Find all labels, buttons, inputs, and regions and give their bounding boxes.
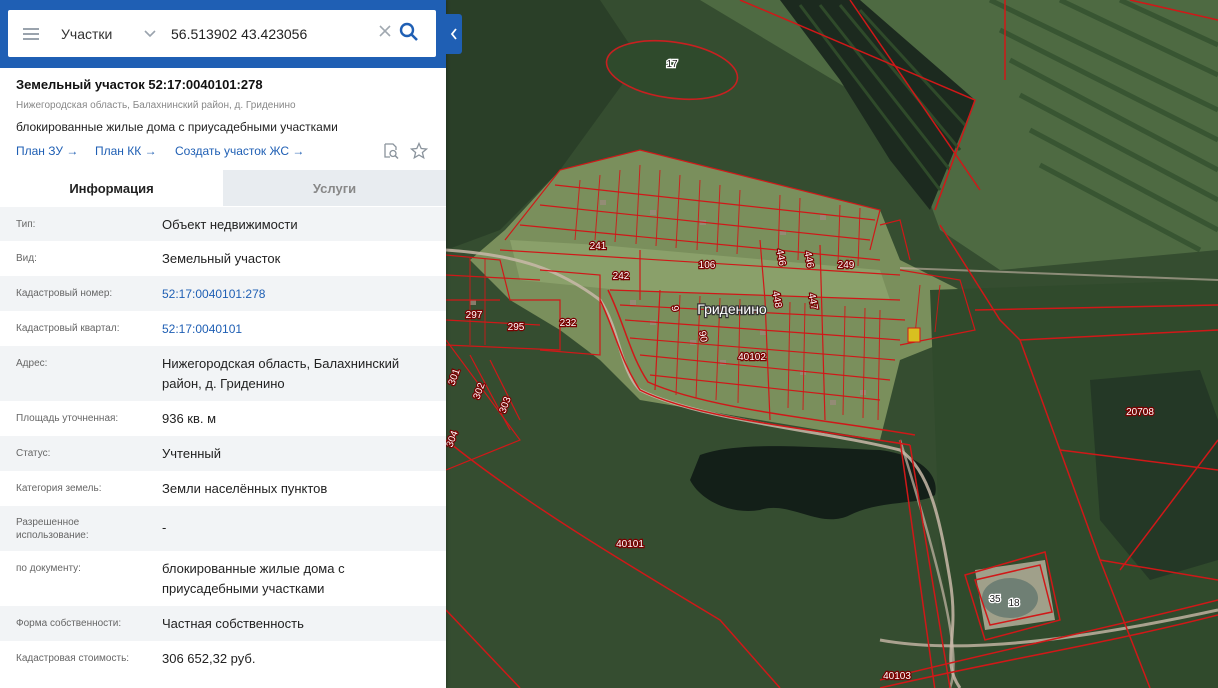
menu-button[interactable] (8, 10, 54, 57)
info-value: блокированные жилые дома с приусадебными… (162, 561, 345, 596)
info-value: Земли населённых пунктов (162, 481, 328, 496)
map-label: 35 (989, 594, 1001, 605)
info-label: по документу: (16, 563, 81, 574)
search-box: Участки (8, 10, 436, 57)
info-label: Разрешенное использование: (16, 517, 89, 541)
cadastral-quarter-link[interactable]: 52:17:0040101 (162, 319, 438, 339)
info-label: Статус: (16, 448, 51, 459)
info-value: Объект недвижимости (162, 217, 298, 232)
plan-kk-link[interactable]: План КК → (95, 144, 157, 158)
hamburger-icon (23, 27, 39, 40)
star-icon[interactable] (409, 141, 429, 165)
info-row: Категория земель: Земли населённых пункт… (0, 471, 446, 506)
info-row: Тип: Объект недвижимости (0, 207, 446, 241)
info-label: Категория земель: (16, 483, 102, 494)
parcel-purpose: блокированные жилые дома с приусадебными… (16, 120, 338, 134)
place-name: Гриденино (697, 301, 767, 317)
info-value: Земельный участок (162, 251, 281, 266)
page-title: Земельный участок 52:17:0040101:278 (16, 77, 263, 92)
info-label: Кадастровая стоимость: (16, 653, 130, 664)
info-label: Вид: (16, 253, 37, 264)
info-label: Адрес: (16, 358, 48, 369)
info-value: 306 652,32 руб. (162, 651, 256, 666)
layer-select[interactable]: Участки (54, 26, 141, 42)
cadastral-number-link[interactable]: 52:17:0040101:278 (162, 284, 438, 304)
map-label: 232 (560, 318, 577, 329)
tabs: Информация Услуги (0, 170, 446, 206)
info-row: Разрешенное использование: - (0, 506, 446, 551)
parcel-header: Земельный участок 52:17:0040101:278 Ниже… (0, 68, 446, 170)
info-row: по документу: блокированные жилые дома с… (0, 551, 446, 606)
chevron-left-icon (450, 28, 457, 40)
info-label: Кадастровый номер: (16, 288, 113, 299)
tab-information[interactable]: Информация (0, 170, 223, 206)
map-label: 17 (666, 59, 678, 70)
chevron-down-icon[interactable] (141, 24, 159, 44)
map-label: 297 (466, 310, 483, 321)
info-value: Нижегородская область, Балахнинский райо… (162, 356, 400, 391)
side-panel: Участки Земельный участок 52:17:0040101:… (0, 0, 446, 688)
info-label: Кадастровый квартал: (16, 323, 120, 334)
info-value: - (162, 520, 167, 535)
map-label: 40102 (738, 352, 766, 363)
info-label: Тип: (16, 219, 36, 230)
map-label: 106 (699, 260, 716, 271)
tab-services[interactable]: Услуги (223, 170, 446, 206)
map-canvas: 17 241 242 106 446 446 249 448 447 9 90 … (446, 0, 1218, 688)
info-row: Статус: Учтенный (0, 436, 446, 471)
collapse-panel-button[interactable] (446, 14, 462, 54)
info-row: Кадастровая стоимость: 306 652,32 руб. (0, 641, 446, 676)
info-value: Частная собственность (162, 616, 304, 631)
selected-parcel[interactable] (907, 327, 921, 343)
info-value: 936 кв. м (162, 411, 217, 426)
info-label: Площадь уточненная: (16, 413, 119, 424)
map-label: 241 (590, 241, 607, 252)
create-parcel-link[interactable]: Создать участок ЖС → (175, 144, 304, 158)
map-label: 40103 (883, 671, 911, 682)
search-input[interactable] (169, 24, 373, 43)
info-row: Кадастровый номер: 52:17:0040101:278 (0, 276, 446, 311)
map-label: 18 (1008, 598, 1020, 609)
search-icon[interactable] (399, 22, 419, 47)
address-subtitle: Нижегородская область, Балахнинский райо… (16, 100, 296, 111)
map-label: 242 (613, 271, 630, 282)
info-row: Адрес: Нижегородская область, Балахнинск… (0, 346, 446, 401)
map-label: 20708 (1126, 407, 1154, 418)
info-label: Форма собственности: (16, 618, 122, 629)
info-row: Форма собственности: Частная собственнос… (0, 606, 446, 641)
map-label: 295 (508, 322, 525, 333)
map-label: 40101 (616, 539, 644, 550)
info-value: Учтенный (162, 446, 222, 461)
map-label: 249 (838, 260, 855, 271)
search-bar: Участки (0, 0, 446, 68)
cadastral-map[interactable]: 17 241 242 106 446 446 249 448 447 9 90 … (446, 0, 1218, 688)
info-row: Площадь уточненная: 936 кв. м (0, 401, 446, 436)
document-search-icon[interactable] (382, 142, 400, 165)
info-row: Вид: Земельный участок (0, 241, 446, 276)
plan-zu-link[interactable]: План ЗУ → (16, 144, 78, 158)
info-row: Кадастровый квартал: 52:17:0040101 (0, 311, 446, 346)
close-icon[interactable] (378, 24, 392, 43)
